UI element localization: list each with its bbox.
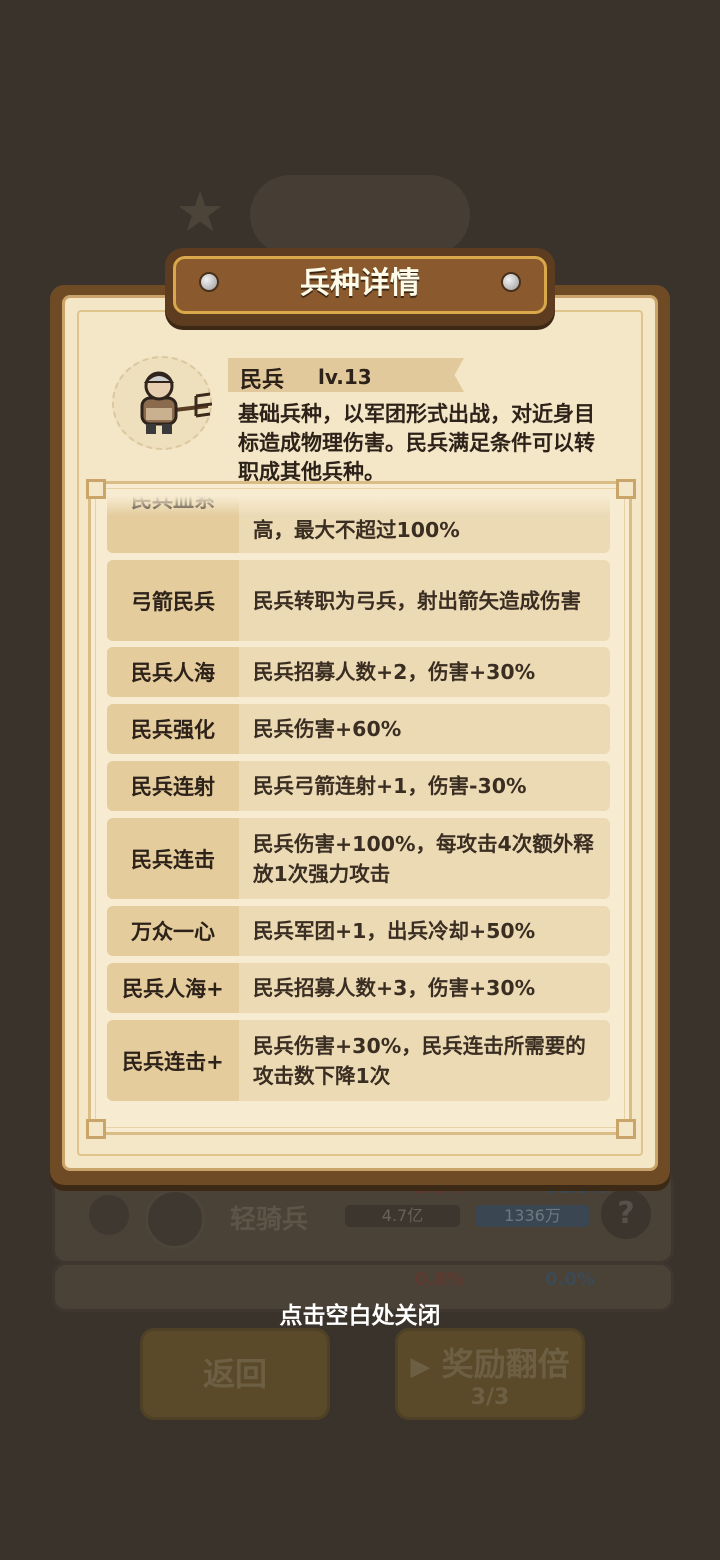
reward-double-button: ▶ 奖励翻倍 3/3 — [395, 1328, 585, 1420]
skill-list[interactable]: 民兵血系 高，最大不超过100% 弓箭民兵 民兵转职为弓兵，射出箭矢造成伤害 民… — [107, 496, 611, 1106]
skill-name: 民兵强化 — [107, 704, 239, 754]
skill-name: 民兵人海+ — [107, 963, 239, 1013]
skill-name: 民兵连射 — [107, 761, 239, 811]
corner-ornament — [616, 479, 636, 499]
skill-name: 民兵连击 — [107, 818, 239, 899]
title-banner: 兵种详情 — [165, 248, 555, 326]
skill-name: 民兵人海 — [107, 647, 239, 697]
hero-emblem — [250, 175, 470, 255]
back-button: 返回 — [140, 1328, 330, 1420]
help-icon: ? — [601, 1189, 651, 1239]
skill-row: 民兵连击 民兵伤害+100%，每攻击4次额外释放1次强力攻击 — [107, 818, 610, 899]
scroll-fade — [107, 496, 611, 516]
skill-row: 民兵人海+ 民兵招募人数+3，伤害+30% — [107, 963, 610, 1013]
skill-row: 民兵强化 民兵伤害+60% — [107, 704, 610, 754]
corner-ornament — [616, 1119, 636, 1139]
dialog-title: 兵种详情 — [300, 266, 420, 301]
reward-button-label: 奖励翻倍 — [441, 1345, 570, 1383]
unit-description: 基础兵种，以军团形式出战，对近身目标造成物理伤害。民兵满足条件可以转职成其他兵种… — [238, 402, 595, 484]
skill-effect: 民兵军团+1，出兵冷却+50% — [253, 919, 536, 943]
skill-row: 弓箭民兵 民兵转职为弓兵，射出箭矢造成伤害 — [107, 560, 610, 641]
unit-row-name: 轻骑兵 — [230, 1205, 309, 1235]
unit-name: 民兵 — [240, 368, 285, 393]
skill-row: 民兵连射 民兵弓箭连射+1，伤害-30% — [107, 761, 610, 811]
attack-percent: 0.8% — [415, 1269, 465, 1290]
back-button-label: 返回 — [202, 1355, 267, 1393]
skill-row: 民兵人海 民兵招募人数+2，伤害+30% — [107, 647, 610, 697]
unit-level: lv.13 — [318, 365, 372, 389]
defense-percent: 0.0% — [545, 1269, 595, 1290]
chevron-down-icon — [89, 1195, 129, 1235]
skill-effect: 民兵伤害+60% — [253, 717, 402, 741]
attack-value: 4.7亿 — [345, 1205, 460, 1227]
skill-effect: 民兵弓箭连射+1，伤害-30% — [253, 774, 527, 798]
close-hint[interactable]: 点击空白处关闭 — [0, 1296, 720, 1330]
skill-row: 民兵连击+ 民兵伤害+30%，民兵连击所需要的攻击数下降1次 — [107, 1020, 610, 1101]
avatar — [145, 1189, 205, 1249]
militia-icon — [140, 371, 212, 434]
skill-name: 弓箭民兵 — [107, 560, 239, 641]
skill-row: 万众一心 民兵军团+1，出兵冷却+50% — [107, 906, 610, 956]
skill-effect: 民兵转职为弓兵，射出箭矢造成伤害 — [253, 588, 581, 613]
video-icon: ▶ — [410, 1352, 431, 1382]
defense-value: 1336万 — [475, 1205, 590, 1227]
skill-name: 万众一心 — [107, 906, 239, 956]
corner-ornament — [86, 479, 106, 499]
skill-effect: 民兵招募人数+3，伤害+30% — [253, 976, 536, 1000]
star-icon: ★ — [175, 180, 226, 245]
reward-count: 3/3 — [470, 1385, 510, 1410]
skill-effect: 民兵招募人数+2，伤害+30% — [253, 660, 536, 684]
skill-effect: 民兵伤害+30%，民兵连击所需要的攻击数下降1次 — [253, 1033, 586, 1088]
skill-name: 民兵连击+ — [107, 1020, 239, 1101]
skill-effect: 民兵伤害+100%，每攻击4次额外释放1次强力攻击 — [253, 831, 594, 886]
corner-ornament — [86, 1119, 106, 1139]
